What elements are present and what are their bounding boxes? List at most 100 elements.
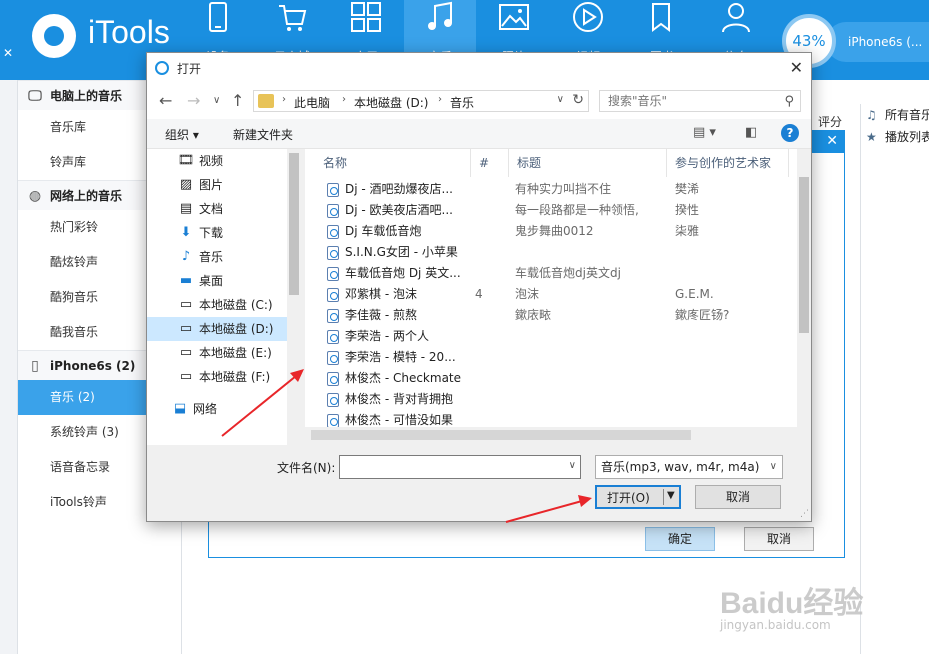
star-icon: ★	[866, 130, 877, 144]
column-header-number[interactable]: #	[471, 149, 509, 177]
file-row[interactable]: Dj - 酒吧劲爆夜店... 有种实力叫挡不住 樊浠	[305, 179, 797, 200]
file-row[interactable]: 林俊杰 - 背对背拥抱	[305, 389, 797, 410]
tree-item-downloads[interactable]: ⬇ 下载	[147, 221, 287, 245]
horizontal-scrollbar-thumb[interactable]	[311, 430, 691, 440]
tree-item-desktop[interactable]: ▬ 桌面	[147, 269, 287, 293]
file-name: 林俊杰 - 背对背拥抱	[345, 392, 453, 406]
device-name-pill[interactable]: iPhone6s (...	[826, 22, 929, 62]
file-list-vertical-scrollbar[interactable]	[797, 149, 811, 427]
video-icon	[571, 0, 605, 34]
file-row[interactable]: Dj - 欧美夜店酒吧... 每一段路都是一种领悟, 揆性	[305, 200, 797, 221]
file-row[interactable]: 林俊杰 - 可惜没如果	[305, 410, 797, 427]
tree-item-label: 桌面	[199, 274, 224, 288]
cart-icon	[275, 0, 309, 34]
column-header-artist[interactable]: 参与创作的艺术家	[667, 149, 789, 177]
help-icon[interactable]: ?	[781, 124, 799, 142]
tree-item-drive-c[interactable]: ▭ 本地磁盘 (C:)	[147, 293, 287, 317]
chevron-down-icon[interactable]: ∨	[569, 460, 576, 471]
sidebar-section-title: 电脑上的音乐	[50, 89, 123, 103]
file-row[interactable]: 林俊杰 - Checkmate	[305, 368, 797, 389]
organize-menu[interactable]: 组织 ▾	[165, 126, 199, 143]
audio-file-icon	[327, 204, 339, 218]
confirm-button[interactable]: 确定	[645, 527, 715, 551]
playlist-item-playlists[interactable]: ★ 播放列表	[861, 126, 929, 148]
address-bar[interactable]: › 此电脑 › 本地磁盘 (D:) › 音乐 ∨ ↻	[253, 90, 589, 112]
tree-scrollbar-thumb[interactable]	[289, 153, 299, 295]
tree-item-drive-e[interactable]: ▭ 本地磁盘 (E:)	[147, 341, 287, 365]
vertical-scrollbar-thumb[interactable]	[799, 177, 809, 333]
rating-column-header[interactable]: 评分	[818, 112, 860, 132]
drive-icon: ▭	[179, 297, 193, 312]
dialog-title: 打开	[177, 62, 202, 76]
filename-input[interactable]: ∨	[339, 455, 581, 479]
open-dropdown-icon[interactable]: ▼	[667, 490, 675, 501]
filename-label: 文件名(N):	[277, 461, 336, 475]
close-icon[interactable]: ✕	[826, 133, 838, 149]
column-header-album[interactable]: 唱	[789, 149, 797, 177]
close-icon[interactable]: ✕	[3, 46, 13, 60]
tree-item-drive-d[interactable]: ▭ 本地磁盘 (D:)	[147, 317, 287, 341]
column-header-title[interactable]: 标题	[509, 149, 667, 177]
open-file-dialog: 打开 ✕ ← → ∨ ↑ › 此电脑 › 本地磁盘 (D:) › 音乐 ∨ ↻ …	[146, 52, 812, 522]
file-name: 邓紫棋 - 泡沫	[345, 287, 417, 301]
file-row[interactable]: 李荣浩 - 模特 - 20...	[305, 347, 797, 368]
file-title: 每一段路都是一种领悟,	[515, 203, 639, 217]
tree-item-label: 文档	[199, 202, 224, 216]
split-divider	[663, 489, 664, 505]
tree-item-label: 下载	[199, 226, 224, 240]
new-folder-button[interactable]: 新建文件夹	[233, 126, 293, 143]
up-arrow-icon[interactable]: ↑	[231, 91, 244, 110]
tree-item-videos[interactable]: 🎞 视频	[147, 149, 287, 173]
cancel-button[interactable]: 取消	[744, 527, 814, 551]
cancel-button[interactable]: 取消	[695, 485, 781, 509]
refresh-icon[interactable]: ↻	[572, 92, 584, 108]
resize-grip-icon[interactable]: ⋰	[800, 509, 809, 519]
playlist-item-label: 所有音乐	[885, 108, 929, 122]
tree-scrollbar[interactable]	[287, 149, 301, 445]
playlist-panel: ♫ 所有音乐 ★ 播放列表	[860, 104, 929, 654]
recent-dropdown-icon[interactable]: ∨	[213, 95, 220, 106]
view-options-icon[interactable]: ▤ ▾	[693, 125, 716, 140]
file-row[interactable]: 邓紫棋 - 泡沫 4 泡沫 G.E.M.	[305, 284, 797, 305]
tree-item-documents[interactable]: ▤ 文档	[147, 197, 287, 221]
file-row[interactable]: 李荣浩 - 两个人	[305, 326, 797, 347]
tree-item-label: 本地磁盘 (E:)	[199, 346, 272, 360]
file-row[interactable]: Dj 车载低音炮 鬼步舞曲0012 柒雅	[305, 221, 797, 242]
file-type-select[interactable]: 音乐(mp3, wav, m4r, m4a) ∨	[595, 455, 783, 479]
itools-app-icon	[155, 61, 169, 75]
breadcrumb-this-pc[interactable]: 此电脑	[294, 94, 330, 111]
breadcrumb-drive-d[interactable]: 本地磁盘 (D:)	[354, 94, 428, 111]
tree-item-pictures[interactable]: ▨ 图片	[147, 173, 287, 197]
globe-icon: ◍	[28, 188, 42, 204]
desktop-icon: ▬	[179, 273, 193, 288]
playlist-item-all-music[interactable]: ♫ 所有音乐	[861, 104, 929, 126]
close-icon[interactable]: ✕	[790, 58, 803, 77]
chevron-right-icon[interactable]: ›	[438, 94, 442, 105]
chevron-down-icon[interactable]: ∨	[557, 94, 564, 105]
back-arrow-icon[interactable]: ←	[159, 91, 172, 110]
breadcrumb-music[interactable]: 音乐	[450, 94, 474, 111]
watermark-url: jingyan.baidu.com	[720, 618, 831, 632]
chevron-right-icon[interactable]: ›	[282, 94, 286, 105]
chevron-right-icon[interactable]: ›	[342, 94, 346, 105]
tree-item-music[interactable]: ♪ 音乐	[147, 245, 287, 269]
book-icon	[645, 0, 679, 34]
tree-item-drive-f[interactable]: ▭ 本地磁盘 (F:)	[147, 365, 287, 389]
open-button-label: 打开(O)	[607, 491, 650, 505]
sidebar-section-title: 网络上的音乐	[50, 189, 123, 203]
forward-arrow-icon[interactable]: →	[187, 91, 200, 110]
open-button[interactable]: 打开(O) ▼	[595, 485, 681, 509]
search-input[interactable]: 搜索"音乐" ⚲	[599, 90, 801, 112]
tree-item-network[interactable]: ⬓ 网络	[147, 397, 287, 421]
column-header-name[interactable]: 名称	[315, 149, 471, 177]
file-row[interactable]: 李佳薇 - 煎熬 鏉庡畩 鏉庝匠钖?	[305, 305, 797, 326]
audio-file-icon	[327, 414, 339, 427]
preview-pane-icon[interactable]: ◧	[745, 125, 757, 140]
itools-logo: iTools	[28, 8, 188, 58]
tree-item-label: 本地磁盘 (D:)	[199, 322, 274, 336]
file-row[interactable]: S.I.N.G女团 - 小苹果	[305, 242, 797, 263]
audio-file-icon	[327, 267, 339, 281]
file-list-horizontal-scrollbar[interactable]	[305, 427, 797, 443]
file-row[interactable]: 车载低音炮 Dj 英文... 车载低音炮dj英文dj	[305, 263, 797, 284]
file-title: 车载低音炮dj英文dj	[515, 266, 621, 280]
